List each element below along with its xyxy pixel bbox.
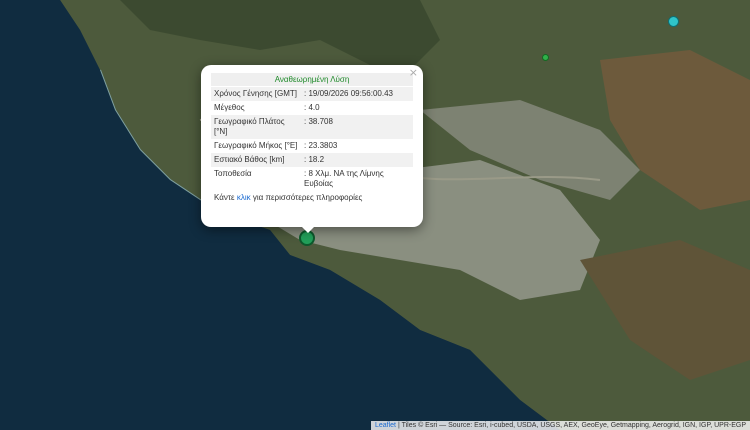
origin-time-label: Χρόνος Γένησης [GMT]: [211, 87, 301, 101]
map-attribution: Leaflet | Tiles © Esri — Source: Esri, i…: [370, 421, 750, 430]
magnitude-value: : 4.0: [301, 101, 413, 115]
more-info-text: Κάντε κλικ για περισσότερες πληροφορίες: [211, 193, 413, 202]
earthquake-popup: × Αναθεωρημένη Λύση Χρόνος Γένησης [GMT]…: [201, 65, 423, 227]
more-info-suffix: για περισσότερες πληροφορίες: [252, 193, 363, 202]
table-row: Εστιακό Βάθος [km] : 18.2: [211, 153, 413, 167]
table-row: Μέγεθος : 4.0: [211, 101, 413, 115]
close-icon[interactable]: ×: [409, 67, 418, 78]
popup-title: Αναθεωρημένη Λύση: [211, 73, 413, 86]
location-label: Τοποθεσία: [211, 167, 301, 191]
latitude-value: : 38.708: [301, 115, 413, 139]
more-info-link[interactable]: κλικ: [237, 193, 251, 202]
magnitude-label: Μέγεθος: [211, 101, 301, 115]
earthquake-marker[interactable]: [542, 54, 549, 61]
longitude-value: : 23.3803: [301, 139, 413, 153]
leaflet-link[interactable]: Leaflet: [375, 422, 396, 429]
earthquake-info-table: Χρόνος Γένησης [GMT] : 19/09/2026 09:56:…: [211, 87, 413, 191]
latitude-label: Γεωγραφικό Πλάτος [°N]: [211, 115, 301, 139]
origin-time-value: : 19/09/2026 09:56:00.43: [301, 87, 413, 101]
table-row: Γεωγραφικό Μήκος [°E] : 23.3803: [211, 139, 413, 153]
popup-tip: [300, 225, 316, 233]
longitude-label: Γεωγραφικό Μήκος [°E]: [211, 139, 301, 153]
location-value: : 8 Χλμ. ΝΑ της Λίμνης Ευβοίας: [301, 167, 413, 191]
table-row: Τοποθεσία : 8 Χλμ. ΝΑ της Λίμνης Ευβοίας: [211, 167, 413, 191]
depth-label: Εστιακό Βάθος [km]: [211, 153, 301, 167]
depth-value: : 18.2: [301, 153, 413, 167]
more-info-prefix: Κάντε: [214, 193, 235, 202]
map-view[interactable]: × Αναθεωρημένη Λύση Χρόνος Γένησης [GMT]…: [0, 0, 750, 430]
earthquake-marker[interactable]: [668, 16, 679, 27]
table-row: Γεωγραφικό Πλάτος [°N] : 38.708: [211, 115, 413, 139]
table-row: Χρόνος Γένησης [GMT] : 19/09/2026 09:56:…: [211, 87, 413, 101]
tiles-credit: | Tiles © Esri — Source: Esri, i-cubed, …: [397, 422, 746, 429]
